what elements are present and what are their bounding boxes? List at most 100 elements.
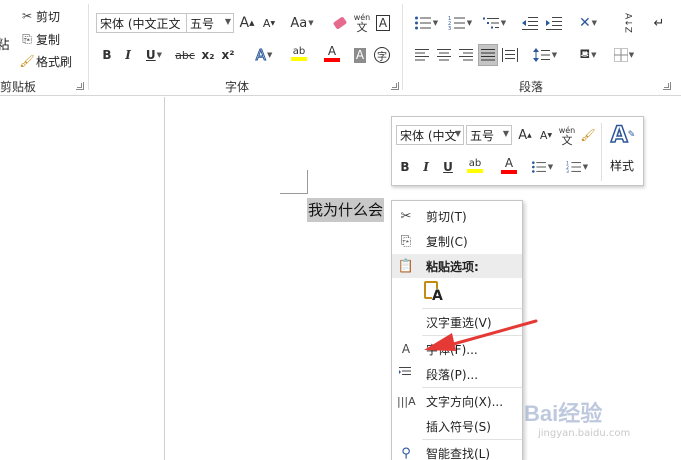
borders-icon — [613, 48, 628, 62]
mini-underline-button[interactable]: U — [440, 157, 456, 177]
paint-bucket-icon: ⛾ — [579, 46, 591, 62]
mini-italic-button[interactable]: I — [418, 157, 434, 177]
distributed-button[interactable] — [500, 45, 520, 65]
mini-toolbar: 宋体 (中文 ▼ 五号 ▼ A ▲ A ▼ wén 文 🖌 A ✎ 样式 B I U … — [391, 116, 644, 186]
text-effects-label: A — [255, 46, 266, 65]
mini-grow-font-button[interactable]: A ▲ — [517, 125, 533, 145]
font-size-dropdown[interactable]: 五号 ▼ — [186, 13, 234, 33]
char-shading-button[interactable]: A — [352, 45, 368, 65]
show-marks-button[interactable]: ↵ — [650, 13, 668, 33]
mini-phonetic-guide-button[interactable]: wén 文 — [558, 123, 576, 149]
underline-button[interactable]: U ▼ — [140, 45, 168, 65]
align-right-button[interactable] — [456, 45, 476, 65]
align-center-button[interactable] — [434, 45, 454, 65]
strikethrough-label: abc — [175, 48, 195, 62]
font-name-value: 宋体 (中文正文 — [100, 16, 181, 31]
shrink-font-button[interactable]: A ▼ — [260, 13, 278, 33]
page-left-edge — [164, 97, 165, 460]
font-color-label: A — [327, 43, 337, 58]
mini-bullets-button[interactable]: ▼ — [528, 157, 556, 177]
shading-button[interactable]: ⛾ ▼ — [573, 45, 603, 65]
clipboard-launcher[interactable] — [76, 82, 84, 90]
font-color-button[interactable]: A — [317, 43, 347, 63]
mini-highlight-button[interactable]: ab — [460, 155, 490, 175]
bold-button[interactable]: B — [98, 45, 116, 65]
numbering-button[interactable]: 1 2 3 ▼ — [446, 13, 474, 33]
mini-underline-label: U — [443, 160, 453, 174]
bullet-list-icon — [531, 161, 546, 173]
phonetic-guide-button[interactable]: wén 文 — [353, 10, 371, 36]
line-spacing-button[interactable]: ▼ — [530, 45, 560, 65]
mini-font-color-button[interactable]: A — [494, 155, 524, 175]
paste-button[interactable]: 粘 — [0, 28, 10, 58]
font-icon: A — [401, 342, 411, 356]
distributed-icon — [502, 48, 518, 62]
underline-label: U — [145, 48, 156, 62]
clear-format-button[interactable] — [331, 13, 349, 33]
font-launcher[interactable] — [391, 82, 399, 90]
mini-font-name-value: 宋体 (中文 — [400, 128, 457, 143]
menu-item-label: 段落(P)... — [426, 367, 479, 382]
chevron-down-icon: ▼ — [502, 129, 509, 138]
align-left-button[interactable] — [412, 45, 432, 65]
text-effects-button[interactable]: A ▼ — [250, 45, 278, 65]
superscript-button[interactable]: x² — [220, 45, 236, 65]
mini-numbering-button[interactable]: 1 2 3 ▼ — [562, 157, 592, 177]
decrease-indent-button[interactable] — [520, 13, 540, 33]
char-border-button[interactable]: A — [374, 13, 392, 33]
mini-styles-button[interactable]: A ✎ — [605, 121, 641, 149]
cut-button[interactable]: ✂ 剪切 — [18, 6, 60, 26]
justify-button[interactable] — [478, 44, 498, 66]
paragraph-launcher[interactable] — [663, 82, 671, 90]
copy-icon: ⎘ — [22, 31, 32, 46]
sort-button[interactable]: A↓Z — [617, 10, 637, 36]
bullets-button[interactable]: ▼ — [412, 13, 440, 33]
enclose-char-button[interactable]: 字 — [373, 45, 391, 65]
grow-font-button[interactable]: A ▲ — [238, 13, 256, 33]
menu-item-insert-symbol[interactable]: 插入符号(S) — [392, 414, 522, 438]
subscript-button[interactable]: x₂ — [200, 45, 216, 65]
paste-option-letter: A — [432, 288, 443, 304]
borders-button[interactable]: ▼ — [609, 45, 639, 65]
multilevel-list-button[interactable]: ▼ — [480, 13, 508, 33]
menu-item-label: 文字方向(X)... — [426, 394, 504, 409]
chinese-layout-icon: ✕ — [578, 15, 591, 31]
increase-indent-button[interactable] — [544, 13, 564, 33]
change-case-button[interactable]: Aa ▼ — [286, 13, 318, 33]
red-arrow-annotation — [424, 319, 538, 351]
eraser-icon — [332, 16, 348, 30]
mini-font-size-dropdown[interactable]: 五号 ▼ — [466, 125, 512, 145]
copy-label: 复制 — [36, 32, 61, 47]
mini-shrink-font-button[interactable]: A ▼ — [538, 125, 554, 145]
paste-label: 粘 — [0, 37, 10, 53]
mini-format-painter-button[interactable]: 🖌 — [580, 125, 596, 145]
menu-item-copy[interactable]: ⎘ 复制(C) — [392, 229, 522, 253]
menu-item-cut[interactable]: ✂ 剪切(T) — [392, 204, 522, 228]
font-color-bar — [324, 57, 340, 62]
italic-button[interactable]: I — [120, 45, 136, 65]
menu-item-paragraph[interactable]: 段落(P)... — [392, 362, 522, 386]
chevron-down-icon: ▼ — [454, 129, 461, 138]
selected-text[interactable]: 我为什么会 — [307, 198, 385, 222]
mini-italic-label: I — [423, 160, 429, 174]
char-border-label: A — [375, 15, 391, 31]
strikethrough-button[interactable]: abc — [173, 45, 197, 65]
mini-font-color-bar — [501, 169, 517, 174]
copy-icon: ⎘ — [400, 233, 412, 249]
multilevel-list-icon — [482, 17, 499, 29]
highlight-button[interactable]: ab — [284, 43, 314, 63]
menu-item-text-direction[interactable]: |||A 文字方向(X)... — [392, 389, 522, 413]
align-right-icon — [459, 49, 473, 61]
mini-font-name-dropdown[interactable]: 宋体 (中文 ▼ — [396, 125, 464, 145]
mini-bold-button[interactable]: B — [396, 157, 414, 177]
menu-item-smart-lookup[interactable]: ⚲ 智能查找(L) — [392, 441, 522, 460]
crop-mark-horizontal — [280, 193, 308, 194]
mini-highlight-bar — [467, 168, 483, 173]
styles-icon: A — [610, 122, 629, 149]
chinese-layout-button[interactable]: ✕ ▼ — [574, 13, 602, 33]
watermark-url: jingyan.baidu.com — [538, 428, 631, 439]
italic-label: I — [125, 48, 131, 62]
format-painter-button[interactable]: 🖌 格式刷 — [18, 51, 72, 71]
paste-keep-text-only-button[interactable]: A — [422, 281, 446, 307]
copy-button[interactable]: ⎘ 复制 — [18, 29, 60, 49]
